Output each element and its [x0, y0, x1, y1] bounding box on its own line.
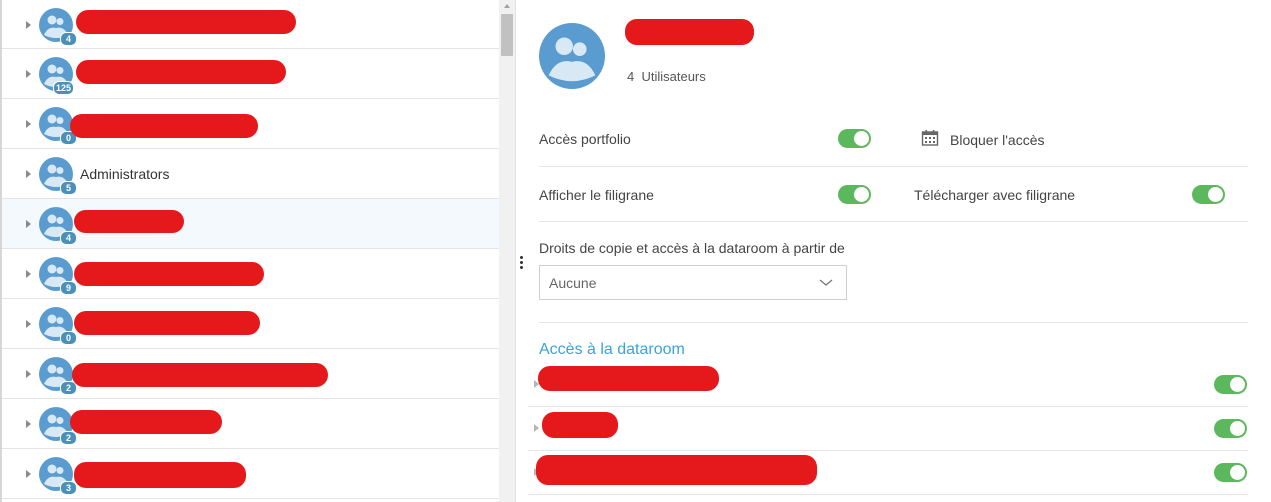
expand-caret-icon[interactable] — [26, 270, 31, 278]
scrollbar-thumb[interactable] — [501, 14, 513, 56]
copy-rights-selected-value: Aucune — [549, 275, 597, 291]
expand-caret-icon[interactable] — [26, 220, 31, 228]
expand-caret-icon[interactable] — [26, 70, 31, 78]
group-avatar-icon: 125 — [39, 57, 75, 95]
panel-resize-handle-icon[interactable] — [520, 256, 524, 271]
group-row[interactable]: 0 — [2, 299, 499, 349]
member-count-badge: 5 — [60, 181, 77, 195]
group-row[interactable]: 2 — [2, 349, 499, 399]
expand-caret-icon[interactable] — [26, 170, 31, 178]
dataroom-item[interactable] — [528, 450, 1248, 495]
dataroom-access-toggle[interactable] — [1214, 463, 1247, 482]
group-row[interactable]: 0 — [2, 99, 499, 149]
group-row[interactable]: 5 Administrators — [2, 149, 499, 199]
redaction-mark — [74, 311, 260, 335]
group-avatar-icon: 2 — [39, 357, 77, 395]
divider — [539, 221, 1248, 222]
portfolio-access-toggle[interactable] — [838, 129, 871, 148]
redaction-mark — [70, 410, 222, 434]
group-row[interactable]: 2 — [2, 399, 499, 449]
show-watermark-label: Afficher le filigrane — [539, 187, 654, 203]
block-access-link[interactable]: Bloquer l'accès — [950, 132, 1045, 148]
portfolio-access-label: Accès portfolio — [539, 131, 631, 147]
member-count-badge: 4 — [60, 32, 77, 46]
member-count-badge: 0 — [60, 331, 77, 345]
dataroom-section-title: Accès à la dataroom — [539, 341, 685, 358]
expand-caret-icon[interactable] — [26, 420, 31, 428]
member-count-badge: 9 — [60, 281, 77, 295]
expand-caret-icon[interactable] — [26, 21, 31, 29]
group-row[interactable]: 125 — [2, 49, 499, 99]
group-avatar-icon: 3 — [39, 457, 77, 495]
group-avatar-icon: 2 — [39, 407, 77, 445]
expand-caret-icon[interactable] — [26, 320, 31, 328]
group-avatar-icon: 9 — [39, 257, 77, 295]
redaction-mark — [538, 366, 719, 391]
member-count-badge: 2 — [60, 431, 77, 445]
group-avatar-icon: 0 — [39, 107, 77, 145]
group-row[interactable]: 3 — [2, 449, 499, 499]
group-row[interactable]: 9 — [2, 249, 499, 299]
group-avatar-icon: 0 — [39, 307, 77, 345]
expand-caret-icon[interactable] — [26, 470, 31, 478]
chevron-down-icon — [819, 279, 833, 286]
group-row[interactable]: 4 — [2, 199, 499, 249]
download-watermark-toggle[interactable] — [1192, 185, 1225, 204]
group-avatar-large-icon — [539, 23, 605, 89]
group-avatar-icon: 4 — [39, 207, 77, 245]
redaction-mark — [70, 114, 258, 138]
dataroom-access-toggle[interactable] — [1214, 375, 1247, 394]
group-avatar-icon: 4 — [39, 8, 77, 46]
dataroom-item[interactable] — [528, 362, 1248, 407]
scroll-up-arrow-icon[interactable] — [504, 4, 510, 8]
group-row[interactable]: 4 — [2, 0, 499, 49]
copy-rights-label: Droits de copie et accès à la dataroom à… — [539, 240, 845, 256]
expand-caret-icon[interactable] — [534, 424, 539, 432]
show-watermark-toggle[interactable] — [838, 185, 871, 204]
dataroom-access-toggle[interactable] — [1214, 419, 1247, 438]
divider — [539, 166, 1248, 167]
copy-rights-select[interactable]: Aucune — [539, 265, 847, 300]
member-count-badge: 125 — [53, 81, 75, 95]
redaction-mark — [625, 19, 754, 45]
expand-caret-icon[interactable] — [26, 370, 31, 378]
redaction-mark — [76, 60, 286, 84]
redaction-mark — [74, 462, 246, 488]
dataroom-item[interactable] — [528, 406, 1248, 451]
divider — [539, 322, 1248, 323]
member-count-badge: 3 — [60, 481, 77, 495]
redaction-mark — [542, 412, 618, 438]
redaction-mark — [74, 262, 264, 286]
redaction-mark — [74, 210, 184, 233]
group-name: Administrators — [80, 166, 170, 182]
group-list: 4 125 0 5 Administrators 4 9 0 2 2 3 — [0, 0, 499, 502]
redaction-mark — [536, 455, 817, 485]
download-watermark-label: Télécharger avec filigrane — [914, 187, 1076, 203]
redaction-mark — [76, 10, 296, 34]
group-list-scrollbar[interactable] — [499, 0, 516, 502]
group-avatar-icon: 5 — [39, 157, 77, 195]
calendar-icon[interactable] — [921, 129, 939, 147]
redaction-mark — [72, 363, 328, 387]
member-count-badge: 4 — [60, 231, 77, 245]
user-count: 4 Utilisateurs — [627, 69, 706, 84]
expand-caret-icon[interactable] — [26, 120, 31, 128]
